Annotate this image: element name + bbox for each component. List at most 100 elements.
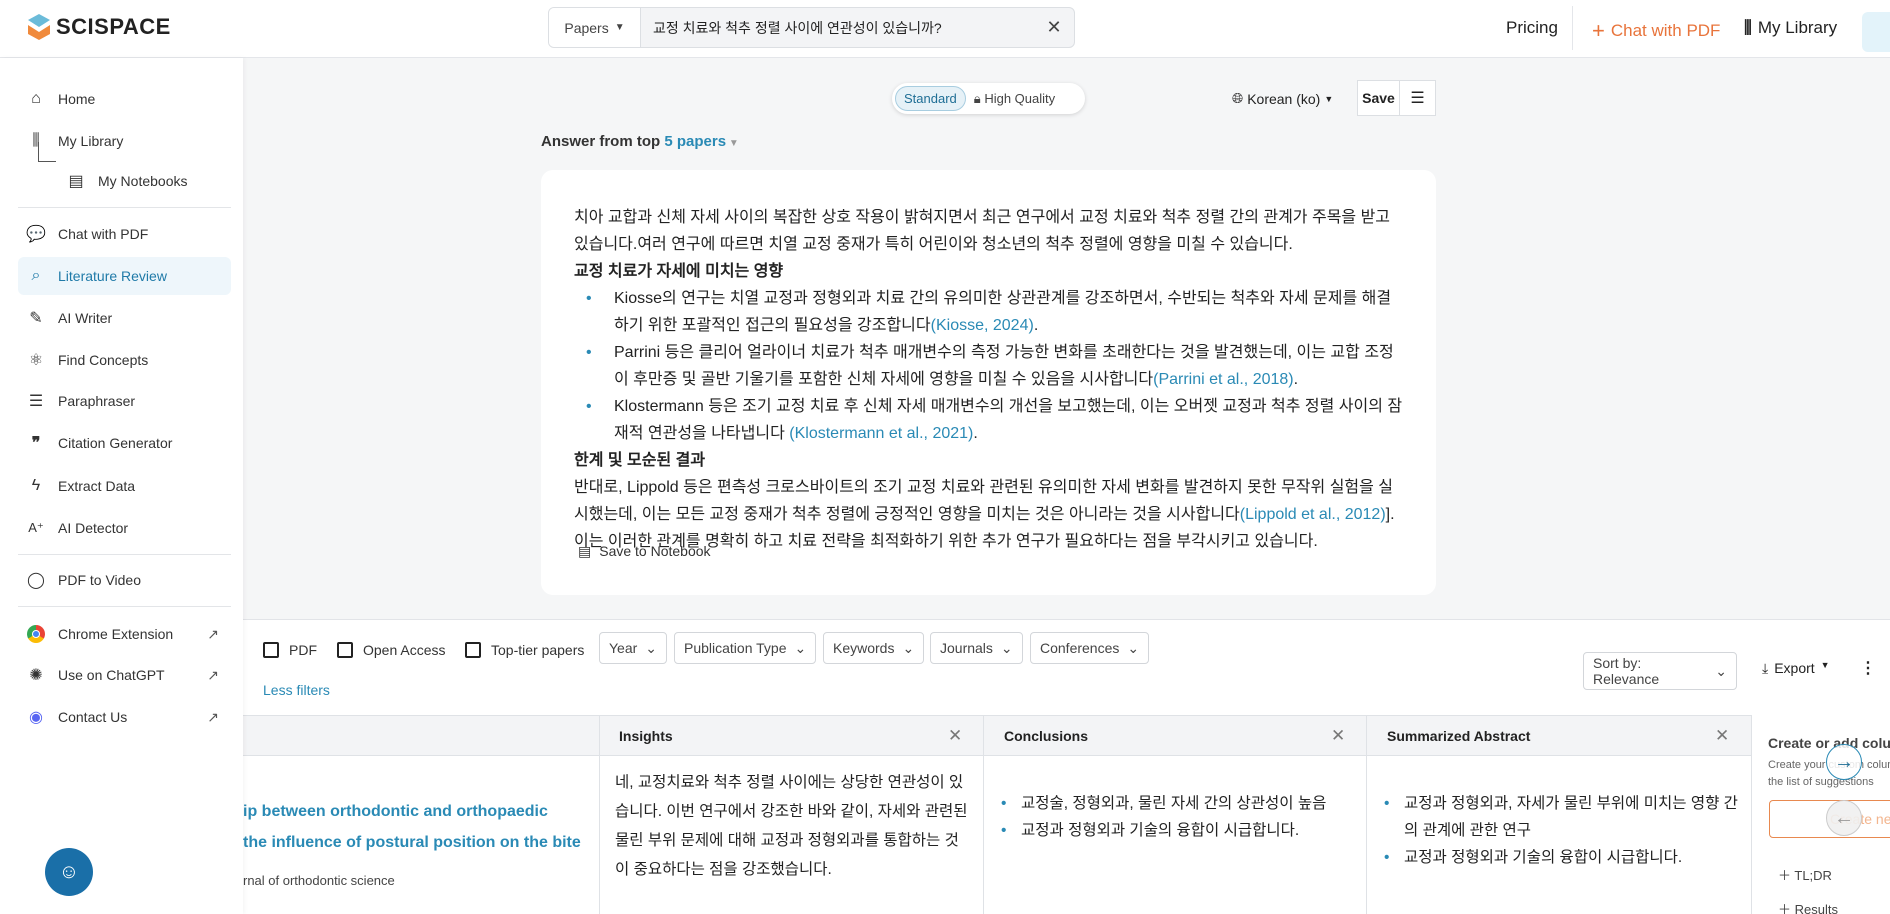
search-input[interactable]: 교정 치료와 척추 정렬 사이에 연관성이 있습니까? bbox=[641, 8, 1034, 47]
citation-link[interactable]: (Kiosse, 2024) bbox=[931, 317, 1034, 334]
chevron-down-icon: ⌄ bbox=[1715, 662, 1727, 679]
label: PDF bbox=[289, 642, 317, 658]
label: Keywords bbox=[833, 640, 895, 656]
suggestion-results[interactable]: ＋ Results bbox=[1778, 899, 1838, 914]
save-to-notebook-button[interactable]: ▤ Save to Notebook bbox=[578, 538, 711, 565]
sidebar-item-chat-with-pdf[interactable]: 💬 Chat with PDF bbox=[18, 215, 231, 253]
open-access-checkbox[interactable]: Open Access bbox=[337, 642, 446, 658]
arrow-left-icon: ← bbox=[1834, 806, 1854, 829]
user-icon: ◯ bbox=[27, 572, 45, 589]
citation-link[interactable]: (Klostermann et al., 2021) bbox=[789, 425, 973, 442]
high-quality-option[interactable]: 🔒︎ High Quality bbox=[966, 87, 1063, 111]
year-dropdown[interactable]: Year ⌄ bbox=[599, 632, 668, 664]
user-menu[interactable] bbox=[1862, 12, 1890, 52]
search-scope-dropdown[interactable]: Papers ▼ bbox=[549, 8, 641, 47]
bullet-text: Klostermann 등은 조기 교정 치료 후 신체 자세 매개변수의 개선… bbox=[614, 398, 1403, 442]
external-link-icon: ↗ bbox=[207, 708, 219, 725]
sidebar-item-citation-generator[interactable]: ❞ Citation Generator bbox=[18, 424, 231, 462]
caret-down-icon: ▼ bbox=[726, 138, 739, 149]
chat-icon: 💬 bbox=[26, 226, 46, 243]
scispace-logo-icon bbox=[28, 14, 50, 40]
my-library-link[interactable]: ⫼ My Library bbox=[1744, 18, 1837, 38]
close-column-icon[interactable]: ✕ bbox=[1331, 726, 1345, 746]
language-label: Korean (ko) bbox=[1247, 90, 1321, 107]
abstract-item: 교정과 정형외과, 자세가 물린 부위에 미치는 영향 간의 관계에 관한 연구 bbox=[1378, 790, 1748, 844]
title-line: the influence of postural position on th… bbox=[243, 834, 581, 851]
citation-link[interactable]: (Parrini et al., 2018) bbox=[1153, 371, 1294, 388]
save-button[interactable]: Save bbox=[1357, 80, 1400, 116]
sidebar-item-chrome-extension[interactable]: Chrome Extension ↗ bbox=[18, 615, 231, 653]
label: Export bbox=[1774, 660, 1815, 676]
export-button[interactable]: ⤓ Export ▼ bbox=[1762, 660, 1830, 677]
globe-icon: 🌐︎ bbox=[1232, 90, 1244, 106]
sort-dropdown[interactable]: Sort by: Relevance ⌄ bbox=[1583, 652, 1737, 690]
quality-toggle: Standard 🔒︎ High Quality bbox=[892, 83, 1085, 114]
sidebar-item-my-notebooks[interactable]: ▤ My Notebooks bbox=[58, 162, 231, 200]
sidebar-item-ai-detector[interactable]: A⁺ AI Detector bbox=[18, 509, 231, 547]
caret-down-icon: ▼ bbox=[1324, 93, 1334, 104]
sidebar-item-extract-data[interactable]: ϟ Extract Data bbox=[18, 467, 231, 505]
label: My Notebooks bbox=[98, 173, 188, 189]
sidebar-item-literature-review[interactable]: ⌕ Literature Review bbox=[18, 257, 231, 295]
sidebar-item-contact-us[interactable]: ◉ Contact Us ↗ bbox=[18, 698, 231, 736]
more-options-icon[interactable]: ⋮ bbox=[1860, 658, 1876, 678]
standard-option[interactable]: Standard bbox=[895, 86, 966, 111]
label: AI Writer bbox=[58, 310, 113, 326]
paper-title-link[interactable]: ip between orthodontic and orthopaedic th… bbox=[243, 796, 581, 858]
column-divider bbox=[983, 715, 984, 914]
top-tier-checkbox[interactable]: Top-tier papers bbox=[465, 642, 584, 658]
list-icon: ☰ bbox=[1410, 90, 1425, 107]
clear-search-icon[interactable]: ✕ bbox=[1034, 8, 1074, 47]
papers-count-link[interactable]: 5 papers bbox=[664, 133, 726, 150]
chevron-down-icon: ⌄ bbox=[1127, 639, 1140, 656]
suggestion-tldr[interactable]: ＋ TL;DR bbox=[1778, 865, 1832, 884]
label: Year bbox=[609, 640, 638, 656]
table-row: ip between orthodontic and orthopaedic th… bbox=[243, 715, 1751, 914]
answer-intro: 치아 교합과 신체 자세 사이의 복잡한 상호 작용이 밝혀지면서 최근 연구에… bbox=[574, 209, 1391, 253]
journals-dropdown[interactable]: Journals ⌄ bbox=[930, 632, 1023, 664]
chat-with-pdf-link[interactable]: + Chat with PDF bbox=[1592, 18, 1720, 44]
quote-icon: ❞ bbox=[31, 435, 41, 452]
sidebar-item-use-on-chatgpt[interactable]: ✺ Use on ChatGPT ↗ bbox=[18, 656, 231, 694]
notebook-icon: ▤ bbox=[68, 173, 84, 190]
label: Paraphraser bbox=[58, 393, 136, 409]
search-bar: Papers ▼ 교정 치료와 척추 정렬 사이에 연관성이 있습니까? ✕ bbox=[548, 7, 1075, 48]
divider bbox=[18, 606, 231, 607]
citation-link[interactable]: (Lippold et al., 2012) bbox=[1240, 506, 1386, 523]
sidebar-item-find-concepts[interactable]: ⚛ Find Concepts bbox=[18, 341, 231, 379]
ai-detector-icon: A⁺ bbox=[28, 520, 44, 535]
scroll-left-button[interactable]: ← bbox=[1826, 800, 1862, 836]
column-divider bbox=[599, 715, 600, 914]
lock-icon: 🔒︎ bbox=[973, 90, 981, 106]
sidebar-item-home[interactable]: ⌂ Home bbox=[18, 80, 231, 118]
publication-type-dropdown[interactable]: Publication Type ⌄ bbox=[674, 632, 817, 664]
sidebar-item-ai-writer[interactable]: ✎ AI Writer bbox=[18, 299, 231, 337]
hq-label: High Quality bbox=[984, 90, 1056, 106]
close-column-icon[interactable]: ✕ bbox=[948, 726, 962, 746]
sidebar-item-pdf-to-video[interactable]: ◯ PDF to Video bbox=[18, 561, 231, 599]
support-chat-button[interactable]: ☺ bbox=[45, 848, 93, 896]
label: PDF to Video bbox=[58, 572, 142, 588]
sidebar-item-paraphraser[interactable]: ☰ Paraphraser bbox=[18, 382, 231, 420]
label: My Library bbox=[58, 133, 124, 149]
scope-label: Papers bbox=[564, 19, 609, 36]
label: Top-tier papers bbox=[491, 642, 585, 658]
pricing-link[interactable]: Pricing bbox=[1506, 18, 1558, 38]
language-selector[interactable]: 🌐︎ Korean (ko) ▼ bbox=[1232, 90, 1333, 107]
chrome-icon bbox=[26, 624, 46, 643]
logo[interactable]: SCISPACE bbox=[28, 14, 171, 40]
pricing-label: Pricing bbox=[1506, 18, 1558, 37]
scroll-right-button[interactable]: → bbox=[1826, 744, 1862, 780]
label: Conferences bbox=[1040, 640, 1120, 656]
my-library-label: My Library bbox=[1757, 18, 1838, 37]
home-icon: ⌂ bbox=[31, 90, 41, 107]
tree-connector bbox=[38, 142, 56, 162]
close-column-icon[interactable]: ✕ bbox=[1715, 726, 1729, 746]
less-filters-link[interactable]: Less filters bbox=[263, 682, 330, 698]
answer-bullet: Parrini 등은 클리어 얼라이너 치료가 척추 매개변수의 측정 가능한 … bbox=[586, 339, 1403, 393]
keywords-dropdown[interactable]: Keywords ⌄ bbox=[823, 632, 925, 664]
pdf-checkbox[interactable]: PDF bbox=[263, 642, 317, 658]
list-view-button[interactable]: ☰ bbox=[1400, 80, 1436, 116]
answer-card: 치아 교합과 신체 자세 사이의 복잡한 상호 작용이 밝혀지면서 최근 연구에… bbox=[541, 170, 1436, 595]
conferences-dropdown[interactable]: Conferences ⌄ bbox=[1030, 632, 1150, 664]
